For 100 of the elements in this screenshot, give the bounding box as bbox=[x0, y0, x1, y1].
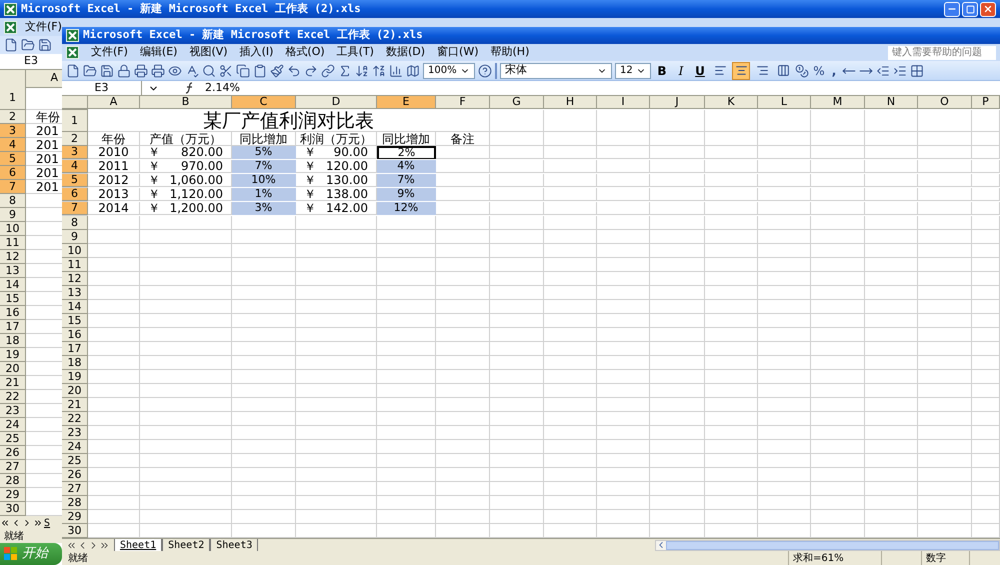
sort-descending-icon[interactable] bbox=[372, 64, 386, 78]
table-cell[interactable]: 7% bbox=[377, 174, 436, 187]
undo-icon[interactable] bbox=[287, 64, 301, 78]
printer-icon[interactable] bbox=[134, 64, 148, 78]
row-header[interactable]: 20 bbox=[0, 362, 26, 376]
column-header[interactable]: A bbox=[88, 96, 140, 109]
column-title[interactable]: 产值（万元） bbox=[140, 132, 232, 146]
row-header[interactable]: 27 bbox=[0, 460, 26, 474]
italic-button[interactable]: I bbox=[673, 62, 689, 78]
comma-button[interactable]: , bbox=[829, 62, 839, 80]
column-header[interactable]: H bbox=[544, 96, 597, 109]
column-header[interactable]: M bbox=[811, 96, 865, 109]
table-title[interactable]: 某厂产值利润对比表 bbox=[88, 110, 490, 132]
table-cell[interactable]: 2013 bbox=[88, 188, 140, 201]
row-header[interactable]: 12 bbox=[62, 272, 88, 286]
row-header[interactable]: 18 bbox=[62, 356, 88, 370]
column-title[interactable]: 年份 bbox=[88, 132, 140, 146]
indent-decrease-icon[interactable] bbox=[876, 64, 890, 78]
brush-icon[interactable] bbox=[270, 64, 284, 78]
table-cell[interactable]: 3% bbox=[232, 202, 296, 215]
font-size-dropdown[interactable]: 12 bbox=[615, 62, 651, 78]
row-header[interactable]: 2 bbox=[0, 110, 26, 124]
row-header[interactable]: 11 bbox=[0, 236, 26, 250]
menu-item[interactable]: 窗口(W) bbox=[437, 44, 478, 61]
column-header[interactable]: N bbox=[865, 96, 918, 109]
row-header[interactable]: 21 bbox=[0, 376, 26, 390]
row-header[interactable]: 21 bbox=[62, 398, 88, 412]
select-all-corner[interactable] bbox=[62, 96, 88, 109]
row-header[interactable]: 19 bbox=[0, 348, 26, 362]
sum-icon[interactable] bbox=[338, 64, 352, 78]
table-cell[interactable]: 7% bbox=[232, 160, 296, 173]
row-header[interactable]: 1 bbox=[0, 86, 26, 110]
horizontal-scrollbar[interactable] bbox=[655, 540, 1000, 550]
row-header[interactable]: 23 bbox=[62, 426, 88, 440]
row-header[interactable]: 25 bbox=[62, 454, 88, 468]
table-cell[interactable]: 12% bbox=[377, 202, 436, 215]
last-sheet-icon[interactable] bbox=[33, 518, 43, 528]
row-header[interactable]: 20 bbox=[62, 384, 88, 398]
restore-button[interactable] bbox=[962, 2, 978, 16]
save-icon[interactable] bbox=[100, 64, 114, 78]
menu-item[interactable]: 视图(V) bbox=[189, 44, 228, 61]
row-header[interactable]: 16 bbox=[62, 328, 88, 342]
menu-item[interactable]: 工具(T) bbox=[336, 44, 374, 61]
row-header[interactable]: 1 bbox=[62, 110, 88, 132]
lock-icon[interactable] bbox=[117, 64, 131, 78]
sheet-tab[interactable]: Sheet2 bbox=[162, 538, 210, 552]
table-cell[interactable]: 2011 bbox=[88, 160, 140, 173]
row-header[interactable]: 25 bbox=[0, 432, 26, 446]
table-cell[interactable]: 2010 bbox=[88, 146, 140, 159]
column-header[interactable]: L bbox=[758, 96, 811, 109]
close-button[interactable] bbox=[980, 2, 996, 16]
row-header[interactable]: 9 bbox=[0, 208, 26, 222]
menu-item[interactable]: 帮助(H) bbox=[490, 44, 530, 61]
row-header[interactable]: 8 bbox=[0, 194, 26, 208]
help-search-field[interactable]: 键入需要帮助的问题 bbox=[888, 46, 996, 60]
row-header[interactable]: 30 bbox=[0, 502, 26, 516]
scroll-thumb[interactable] bbox=[666, 540, 999, 550]
function-icon[interactable] bbox=[185, 82, 195, 94]
row-header[interactable]: 7 bbox=[0, 180, 26, 194]
row-header[interactable]: 19 bbox=[62, 370, 88, 384]
column-header[interactable]: C bbox=[232, 96, 296, 109]
menu-item[interactable]: 文件(F) bbox=[25, 18, 62, 36]
row-header[interactable]: 23 bbox=[0, 404, 26, 418]
table-cell[interactable]: 1% bbox=[232, 188, 296, 201]
paste-icon[interactable] bbox=[253, 64, 267, 78]
column-header[interactable]: A bbox=[26, 70, 62, 88]
table-cell[interactable]: 10% bbox=[232, 174, 296, 187]
row-header[interactable]: 18 bbox=[0, 334, 26, 348]
sheet-tab[interactable]: S bbox=[44, 516, 50, 530]
column-header[interactable]: D bbox=[296, 96, 377, 109]
row-header[interactable]: 3 bbox=[0, 124, 26, 138]
sort-ascending-icon[interactable] bbox=[355, 64, 369, 78]
column-title[interactable]: 备注 bbox=[436, 132, 490, 146]
search-icon[interactable] bbox=[202, 64, 216, 78]
coins-icon[interactable] bbox=[795, 64, 809, 78]
menu-item[interactable]: 插入(I) bbox=[240, 44, 274, 61]
table-cell[interactable]: 5% bbox=[232, 146, 296, 159]
column-header[interactable]: P bbox=[972, 96, 1000, 109]
table-cell[interactable]: 4% bbox=[377, 160, 436, 173]
row-header[interactable]: 29 bbox=[0, 488, 26, 502]
new-file-icon[interactable] bbox=[66, 64, 80, 78]
indent-increase-icon[interactable] bbox=[893, 64, 907, 78]
borders-icon[interactable] bbox=[910, 64, 924, 78]
underline-button[interactable]: U bbox=[692, 62, 708, 78]
row-header[interactable]: 26 bbox=[62, 468, 88, 482]
print-icon[interactable] bbox=[151, 64, 165, 78]
font-dropdown[interactable]: 宋体 bbox=[500, 62, 612, 78]
row-header[interactable]: 11 bbox=[62, 258, 88, 272]
link-icon[interactable] bbox=[321, 64, 335, 78]
row-header[interactable]: 10 bbox=[62, 244, 88, 258]
sheet-tab[interactable]: Sheet3 bbox=[210, 538, 258, 552]
help-icon[interactable] bbox=[478, 64, 492, 78]
column-title[interactable]: 利润（万元） bbox=[296, 132, 377, 146]
column-header[interactable]: J bbox=[650, 96, 705, 109]
row-header[interactable]: 30 bbox=[62, 524, 88, 538]
folder-icon[interactable] bbox=[83, 64, 97, 78]
row-header[interactable]: 27 bbox=[62, 482, 88, 496]
preview-icon[interactable] bbox=[168, 64, 182, 78]
zoom-dropdown[interactable]: 100% bbox=[423, 62, 475, 78]
table-cell[interactable]: 2012 bbox=[88, 174, 140, 187]
